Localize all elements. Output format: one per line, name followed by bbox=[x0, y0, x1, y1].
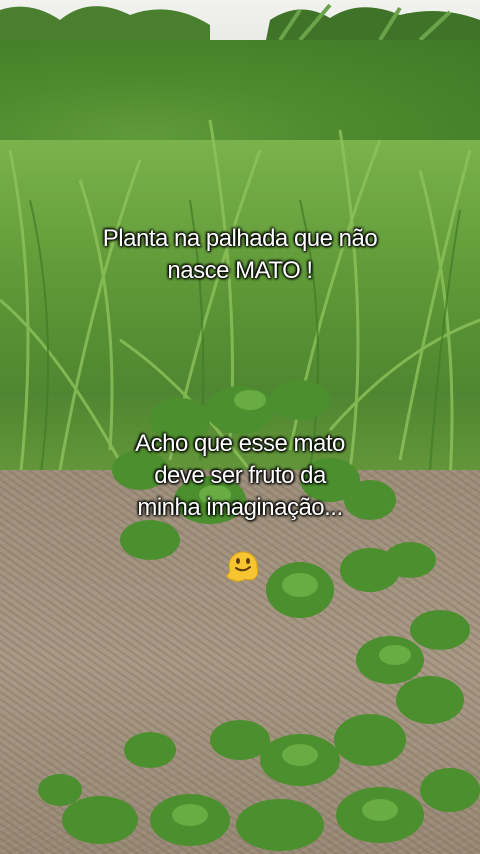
caption-top-line-1: Planta na palhada que não bbox=[102, 225, 378, 252]
caption-bottom-line-2: deve ser fruto da bbox=[154, 462, 326, 489]
caption-top-line-2: nasce MATO ! bbox=[167, 257, 313, 284]
caption-bottom: Acho que esse mato deve ser fruto da min… bbox=[0, 428, 480, 524]
caption-bottom-line-1: Acho que esse mato bbox=[135, 430, 345, 457]
melting-face-emoji-icon bbox=[226, 551, 259, 582]
photo-scene: Planta na palhada que não nasce MATO ! A… bbox=[0, 0, 480, 854]
ground-plants bbox=[38, 380, 480, 851]
caption-top: Planta na palhada que não nasce MATO ! bbox=[0, 223, 480, 287]
caption-bottom-line-3: minha imaginação... bbox=[137, 494, 343, 521]
